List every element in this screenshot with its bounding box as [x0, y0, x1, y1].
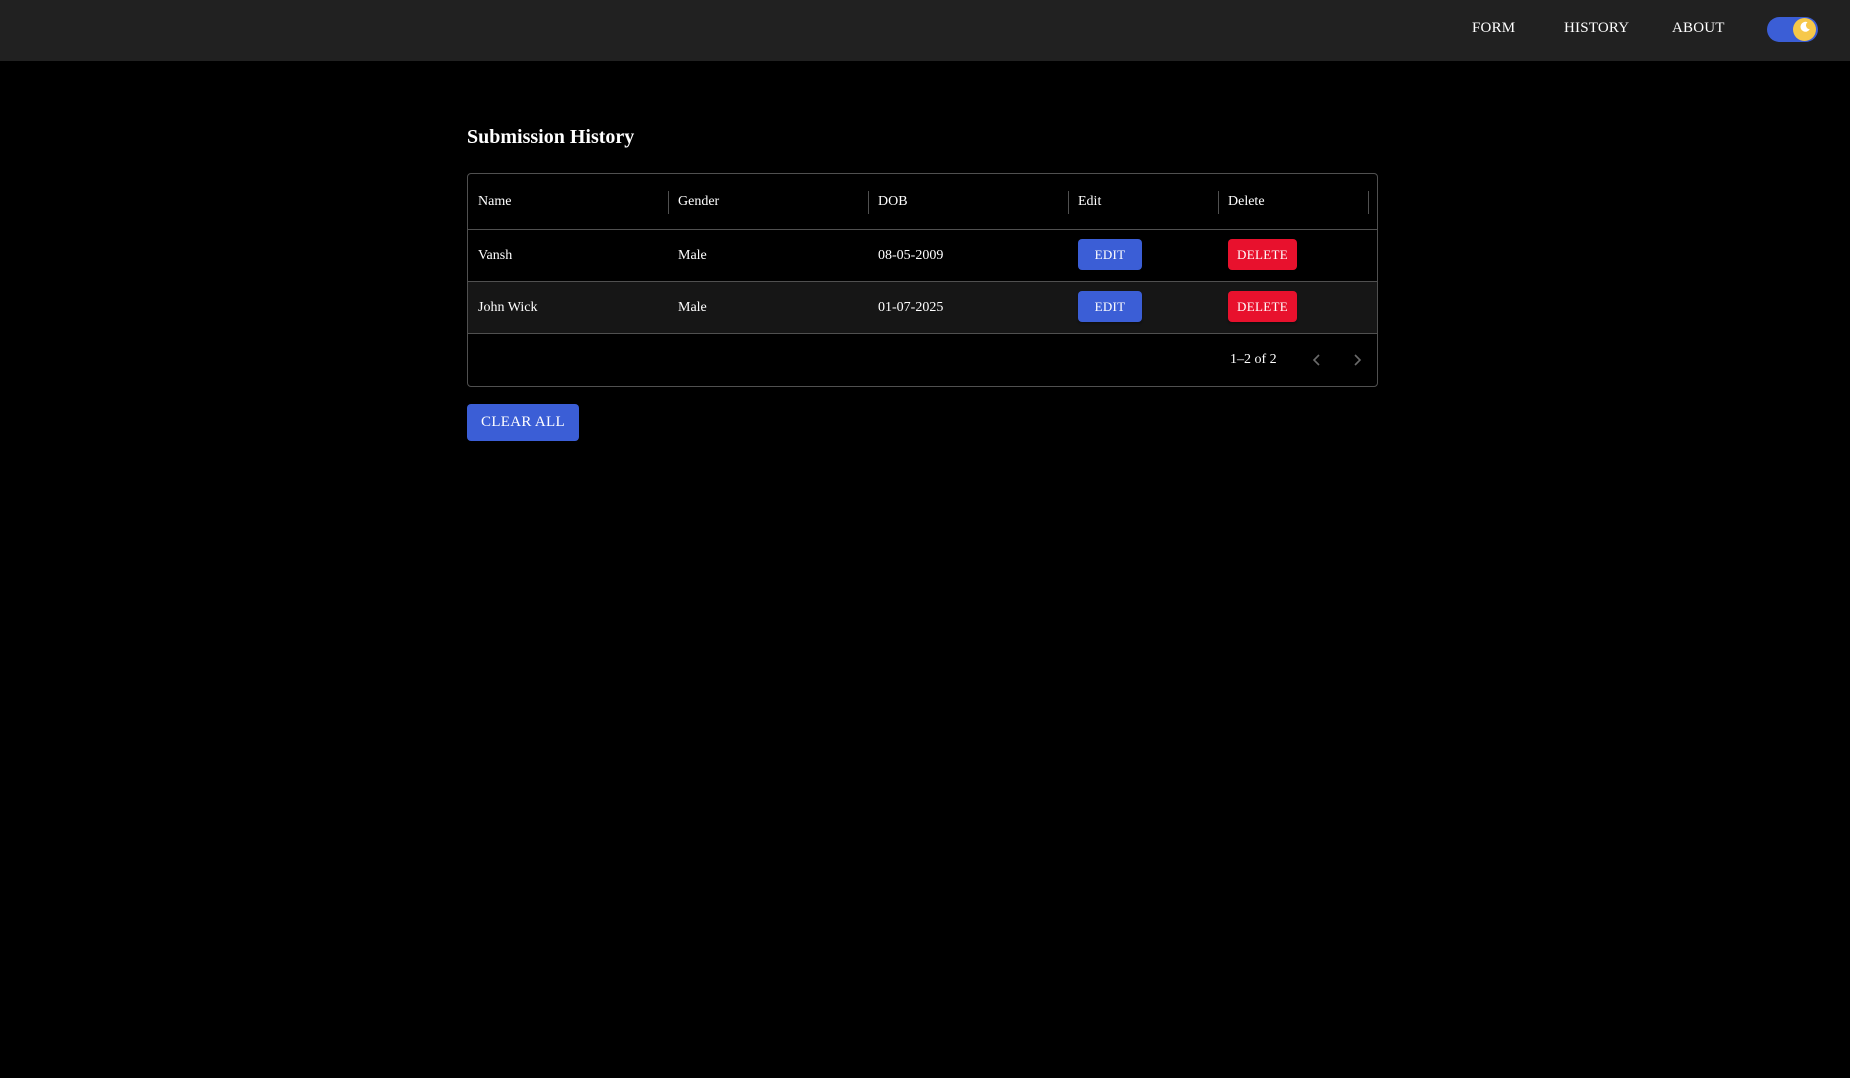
moon-icon [1798, 20, 1812, 39]
nav-link-history[interactable]: HISTORY [1564, 0, 1629, 57]
pagination-range: 1–2 of 2 [1230, 352, 1277, 367]
cell-dob: 01-07-2025 [878, 300, 944, 315]
column-header-delete[interactable]: Delete [1218, 174, 1368, 230]
clear-all-button[interactable]: CLEAR ALL [467, 404, 579, 441]
table-row[interactable]: Vansh Male 08-05-2009 EDIT DELETE [468, 230, 1377, 282]
cell-gender: Male [678, 248, 707, 263]
chevron-right-icon[interactable] [1345, 348, 1369, 372]
page-title: Submission History [467, 126, 635, 148]
cell-edit: EDIT [1068, 230, 1142, 281]
table-row[interactable]: John Wick Male 01-07-2025 EDIT DELETE [468, 282, 1377, 334]
column-header-gender[interactable]: Gender [668, 174, 868, 230]
table-header-row: Name Gender DOB Edit Delete [468, 174, 1377, 230]
delete-button[interactable]: DELETE [1228, 239, 1297, 271]
cell-delete: DELETE [1218, 230, 1297, 281]
table-footer: 1–2 of 2 [468, 334, 1377, 386]
column-header-name[interactable]: Name [468, 174, 668, 230]
nav-link-about[interactable]: ABOUT [1672, 0, 1725, 57]
delete-button[interactable]: DELETE [1228, 291, 1297, 323]
cell-dob: 08-05-2009 [878, 248, 944, 263]
column-header-edit[interactable]: Edit [1068, 174, 1218, 230]
cell-delete: DELETE [1218, 282, 1297, 333]
chevron-left-icon[interactable] [1305, 348, 1329, 372]
cell-name: John Wick [478, 300, 538, 315]
edit-button[interactable]: EDIT [1078, 239, 1142, 271]
theme-toggle-switch[interactable] [1767, 17, 1818, 42]
edit-button[interactable]: EDIT [1078, 291, 1142, 323]
top-navbar: FORM HISTORY ABOUT [0, 0, 1850, 61]
theme-toggle-knob [1793, 18, 1816, 41]
nav-link-form[interactable]: FORM [1472, 0, 1515, 57]
column-header-dob[interactable]: DOB [868, 174, 1068, 230]
cell-edit: EDIT [1068, 282, 1142, 333]
submission-history-table: Name Gender DOB Edit Delete Vansh Male 0… [467, 173, 1378, 387]
cell-name: Vansh [478, 248, 513, 263]
column-separator[interactable] [1368, 191, 1369, 214]
cell-gender: Male [678, 300, 707, 315]
